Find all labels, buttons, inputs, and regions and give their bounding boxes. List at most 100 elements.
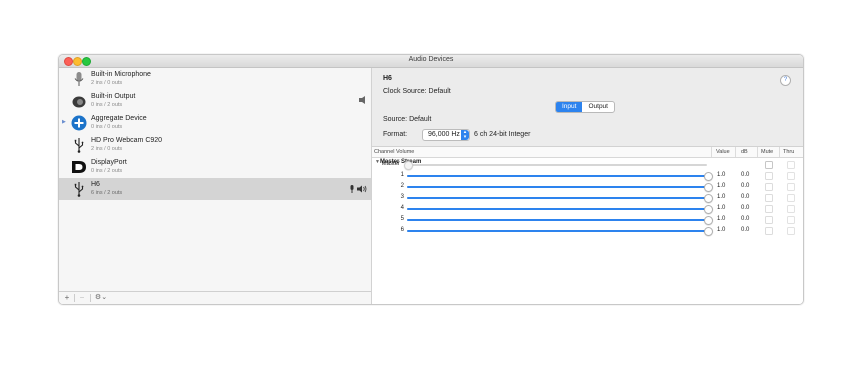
device-title: H6 (383, 75, 392, 82)
channel-db: 0.0 (741, 216, 750, 222)
volume-slider-fill (407, 219, 707, 221)
device-io-count: 2 ins / 0 outs (91, 146, 123, 152)
device-io-count: 0 ins / 0 outs (91, 124, 123, 130)
volume-slider-knob[interactable] (704, 194, 713, 203)
divider (74, 294, 75, 302)
volume-slider (404, 161, 707, 170)
column-db: dB (741, 149, 748, 155)
channel-label: 3 (400, 194, 404, 200)
thru-checkbox[interactable] (787, 161, 795, 169)
channel-value: 1.0 (717, 183, 726, 189)
default-input-icon (350, 185, 354, 193)
volume-slider[interactable] (407, 227, 713, 236)
device-name: H6 (91, 181, 100, 188)
column-mute: Mute (761, 149, 774, 155)
remove-device-button[interactable]: − (77, 293, 87, 303)
speaker-icon (72, 96, 86, 108)
volume-slider-knob (404, 161, 413, 170)
mute-checkbox[interactable] (765, 183, 773, 191)
channel-row: 1 1.0 0.0 (372, 171, 803, 182)
mute-checkbox[interactable] (765, 227, 773, 235)
format-description: 6 ch 24-bit Integer (474, 131, 531, 138)
source: Source: Default (383, 116, 431, 123)
device-io-count: 2 ins / 0 outs (91, 80, 123, 86)
window-title: Audio Devices (408, 56, 454, 63)
format-label: Format: (383, 131, 408, 138)
gear-menu-button[interactable]: ⚙︎⌄ (93, 293, 109, 303)
mute-checkbox[interactable] (765, 216, 773, 224)
default-output-icon (359, 96, 365, 104)
device-io-count: 6 ins / 2 outs (91, 190, 123, 196)
volume-slider-knob[interactable] (704, 227, 713, 236)
thru-checkbox[interactable] (787, 194, 795, 202)
title-bar[interactable]: Audio Devices (59, 55, 803, 68)
usb-icon (74, 182, 84, 197)
channel-volume-table: Channel Volume Value dB Mute Thru ▼Maste… (372, 147, 803, 304)
volume-slider[interactable] (407, 205, 713, 214)
device-item-built-in-output[interactable]: Built-in Output 0 ins / 2 outs (59, 90, 371, 112)
tab-input[interactable]: Input (556, 102, 583, 112)
channel-row: 5 1.0 0.0 (372, 215, 803, 226)
channel-row: 2 1.0 0.0 (372, 182, 803, 193)
device-item-displayport[interactable]: DisplayPort 0 ins / 2 outs (59, 156, 371, 178)
channel-label: 6 (400, 227, 404, 233)
channel-value: 1.0 (717, 172, 726, 178)
channel-db: 0.0 (741, 172, 750, 178)
channel-db: 0.0 (741, 194, 750, 200)
thru-checkbox[interactable] (787, 216, 795, 224)
tab-output[interactable]: Output (582, 102, 614, 112)
device-io-count: 0 ins / 2 outs (91, 168, 123, 174)
thru-checkbox[interactable] (787, 172, 795, 180)
sidebar-toolbar: + − ⚙︎⌄ (59, 291, 371, 304)
divider (90, 294, 91, 302)
device-item-built-in-microphone[interactable]: Built-in Microphone 2 ins / 0 outs (59, 68, 371, 90)
mute-checkbox[interactable] (765, 194, 773, 202)
device-item-aggregate-device[interactable]: ▶ Aggregate Device 0 ins / 0 outs (59, 112, 371, 134)
channel-label: 5 (400, 216, 404, 222)
clock-source: Clock Source: Default (383, 88, 451, 95)
device-item-h6[interactable]: H6 6 ins / 2 outs (59, 178, 371, 200)
volume-slider[interactable] (407, 216, 713, 225)
divider (757, 147, 758, 157)
help-button[interactable]: ? (780, 75, 791, 86)
device-detail-pane: H6 ? Clock Source: Default Input Output … (372, 68, 803, 304)
mute-checkbox[interactable] (765, 205, 773, 213)
thru-checkbox[interactable] (787, 205, 795, 213)
channel-value: 1.0 (717, 227, 726, 233)
volume-slider-knob[interactable] (704, 205, 713, 214)
channel-row: 3 1.0 0.0 (372, 193, 803, 204)
thru-checkbox[interactable] (787, 227, 795, 235)
mute-checkbox[interactable] (765, 172, 773, 180)
sample-rate-select[interactable]: 96,000 Hz ▴ ▾ (422, 129, 470, 141)
device-name: Aggregate Device (91, 115, 147, 122)
channel-db: 0.0 (741, 227, 750, 233)
volume-slider[interactable] (407, 194, 713, 203)
channel-label: 2 (400, 183, 404, 189)
disclosure-triangle-icon[interactable]: ▶ (62, 119, 66, 125)
divider (779, 147, 780, 157)
table-header: Channel Volume Value dB Mute Thru (372, 147, 803, 158)
clock-source-value[interactable]: Default (429, 88, 451, 95)
volume-slider[interactable] (407, 183, 713, 192)
device-name: Built-in Microphone (91, 71, 151, 78)
divider (711, 147, 712, 157)
thru-checkbox[interactable] (787, 183, 795, 191)
device-name: DisplayPort (91, 159, 127, 166)
volume-slider-fill (407, 175, 707, 177)
add-device-button[interactable]: + (62, 293, 72, 303)
device-item-hd-pro-webcam-c920[interactable]: HD Pro Webcam C920 2 ins / 0 outs (59, 134, 371, 156)
volume-slider-knob[interactable] (704, 183, 713, 192)
channel-label: Master (381, 161, 400, 167)
volume-slider-fill (407, 208, 707, 210)
volume-slider-fill (407, 186, 707, 188)
microphone-icon (74, 72, 84, 86)
volume-slider-knob[interactable] (704, 216, 713, 225)
volume-slider[interactable] (407, 172, 713, 181)
mute-checkbox[interactable] (765, 161, 773, 169)
source-label: Source: (383, 116, 408, 123)
channel-row: 4 1.0 0.0 (372, 204, 803, 215)
channel-value: 1.0 (717, 205, 726, 211)
channel-label: 1 (400, 172, 404, 178)
volume-slider-knob[interactable] (704, 172, 713, 181)
device-list: Built-in Microphone 2 ins / 0 outs Built… (59, 68, 372, 304)
